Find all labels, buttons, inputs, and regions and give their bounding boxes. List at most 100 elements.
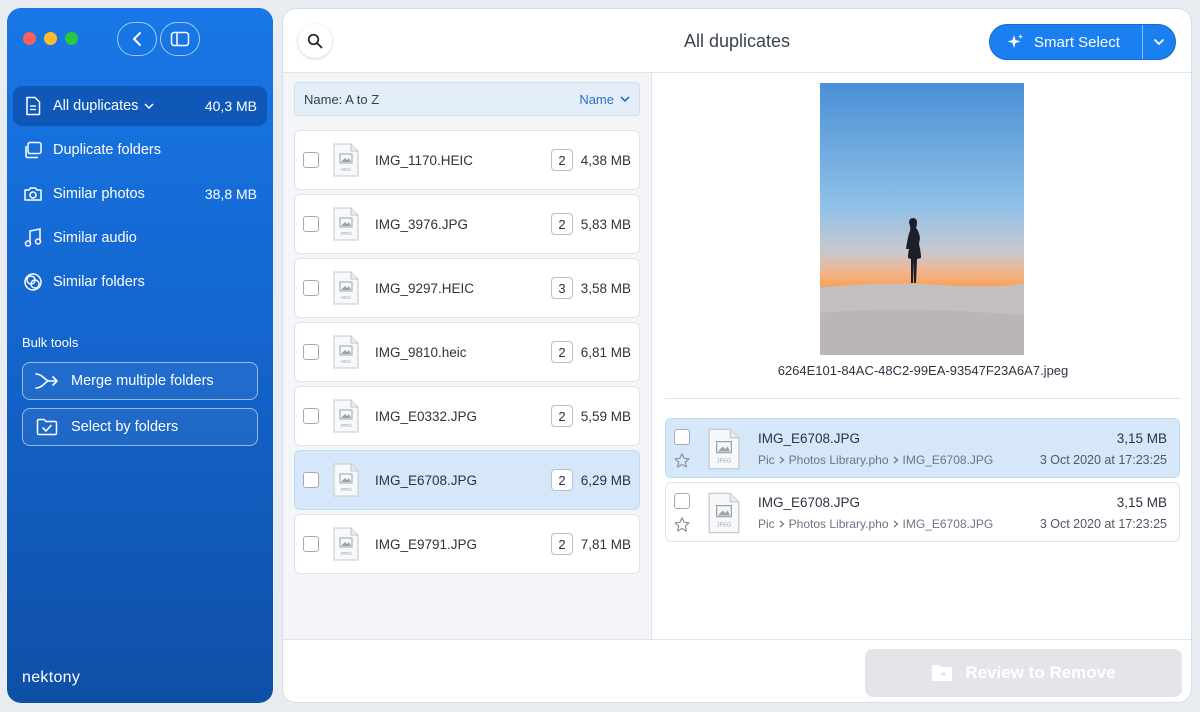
sidebar-item-similar-audio[interactable]: Similar audio <box>13 218 267 258</box>
back-button[interactable] <box>117 22 157 56</box>
duplicate-size: 3,15 MB <box>1116 431 1167 446</box>
file-row[interactable]: JPEG IMG_E9791.JPG 2 7,81 MB <box>294 514 640 574</box>
file-type-text: JPEG <box>340 487 352 492</box>
chevron-down-icon <box>1153 38 1165 46</box>
duplicate-count-badge: 2 <box>551 533 573 555</box>
smart-select-label: Smart Select <box>1034 33 1120 51</box>
main-panel: All duplicates Smart Select Name: A to Z… <box>282 8 1192 703</box>
sidebar: All duplicates 40,3 MB Duplicate folders… <box>7 8 273 703</box>
sidebar-item-duplicate-folders[interactable]: Duplicate folders <box>13 130 267 170</box>
path-segment: Pic <box>758 517 775 531</box>
sort-bar[interactable]: Name: A to Z Name <box>294 82 640 116</box>
file-type-text: JPEG <box>340 231 352 236</box>
file-checkbox[interactable] <box>303 408 319 424</box>
path-segment: Pic <box>758 453 775 467</box>
file-row[interactable]: HEIC IMG_9297.HEIC 3 3,58 MB <box>294 258 640 318</box>
sort-field-dropdown[interactable]: Name <box>579 92 630 107</box>
file-checkbox[interactable] <box>303 280 319 296</box>
zoom-window-button[interactable] <box>65 32 78 45</box>
file-row[interactable]: JPEG IMG_3976.JPG 2 5,83 MB <box>294 194 640 254</box>
file-name: IMG_9297.HEIC <box>375 280 475 296</box>
image-file-icon: JPEG <box>333 399 359 433</box>
file-name: IMG_1170.HEIC <box>375 152 474 168</box>
file-row[interactable]: HEIC IMG_1170.HEIC 2 4,38 MB <box>294 130 640 190</box>
file-checkbox[interactable] <box>303 536 319 552</box>
duplicate-checkbox[interactable] <box>674 429 690 445</box>
file-size: 5,59 MB <box>580 408 631 424</box>
path-chevron-icon <box>893 456 898 464</box>
duplicate-date: 3 Oct 2020 at 17:23:25 <box>1039 517 1167 531</box>
star-icon[interactable] <box>673 516 691 534</box>
document-icon <box>23 96 43 116</box>
file-type-text: HEIC <box>341 167 353 172</box>
file-checkbox[interactable] <box>303 472 319 488</box>
music-note-icon <box>23 228 43 248</box>
duplicate-count-badge: 2 <box>551 213 573 235</box>
duplicate-date: 3 Oct 2020 at 17:23:25 <box>1039 453 1167 467</box>
path-segment: Photos Library.pho <box>788 517 889 531</box>
close-window-button[interactable] <box>23 32 36 45</box>
file-type-text: JPEG <box>340 423 352 428</box>
sidebar-item-similar-photos[interactable]: Similar photos 38,8 MB <box>13 174 267 214</box>
toolbar: All duplicates Smart Select <box>283 9 1191 73</box>
duplicate-path: Pic Photos Library.pho IMG_E6708.JPG <box>758 453 993 467</box>
chevron-left-icon <box>133 32 141 46</box>
bulk-tools-heading: Bulk tools <box>22 335 79 350</box>
select-by-folders-button[interactable]: Select by folders <box>22 408 258 446</box>
sort-order-label: Name: A to Z <box>304 91 380 107</box>
file-size: 6,81 MB <box>580 344 631 360</box>
path-chevron-icon <box>779 520 785 528</box>
preview-pane: 6264E101-84AC-48C2-99EA-93547F23A6A7.jpe… <box>653 73 1191 639</box>
chevron-down-icon <box>620 95 630 102</box>
star-icon[interactable] <box>673 452 691 470</box>
image-file-icon: JPEG <box>708 428 740 470</box>
file-type-text: JPEG <box>717 459 731 465</box>
duplicate-name: IMG_E6708.JPG <box>758 495 861 510</box>
duplicate-count-badge: 3 <box>551 277 573 299</box>
photo-preview <box>820 83 1024 355</box>
file-list-pane: Name: A to Z Name HEIC IMG_1170.HEIC 2 4,38… <box>283 73 652 639</box>
sidebar-item-label: Similar audio <box>53 230 137 246</box>
file-checkbox[interactable] <box>303 344 319 360</box>
file-type-text: JPEG <box>340 551 352 556</box>
minimize-window-button[interactable] <box>44 32 57 45</box>
sidebar-item-all-duplicates[interactable]: All duplicates 40,3 MB <box>13 86 267 126</box>
sidebar-item-label: All duplicates <box>53 98 139 114</box>
file-size: 7,81 MB <box>580 536 631 552</box>
file-size: 5,83 MB <box>580 216 631 232</box>
smart-select-button[interactable]: Smart Select <box>990 25 1142 59</box>
sidebar-item-similar-folders[interactable]: Similar folders <box>13 262 267 302</box>
path-chevron-icon <box>893 520 898 528</box>
sidebar-toggle-button[interactable] <box>160 22 200 56</box>
file-row[interactable]: JPEG IMG_E0332.JPG 2 5,59 MB <box>294 386 640 446</box>
preview-divider <box>665 398 1181 399</box>
file-row[interactable]: JPEG IMG_E6708.JPG 2 6,29 MB <box>294 450 640 510</box>
preview-filename: 6264E101-84AC-48C2-99EA-93547F23A6A7.jpe… <box>777 363 1069 378</box>
sidebar-item-label: Similar photos <box>53 186 145 202</box>
duplicate-count-badge: 2 <box>551 149 573 171</box>
footer-bar: Review to Remove <box>283 639 1191 702</box>
file-checkbox[interactable] <box>303 216 319 232</box>
path-segment: IMG_E6708.JPG <box>902 517 994 531</box>
bulk-tool-label: Merge multiple folders <box>71 373 214 389</box>
file-name: IMG_3976.JPG <box>375 216 469 232</box>
smart-select-dropdown[interactable] <box>1143 25 1175 59</box>
image-file-icon: JPEG <box>333 463 359 497</box>
path-segment: IMG_E6708.JPG <box>902 453 994 467</box>
path-segment: Photos Library.pho <box>788 453 889 467</box>
duplicate-size: 3,15 MB <box>1116 495 1167 510</box>
duplicate-path: Pic Photos Library.pho IMG_E6708.JPG <box>758 517 993 531</box>
file-checkbox[interactable] <box>303 152 319 168</box>
sidebar-item-size: 38,8 MB <box>204 186 257 202</box>
duplicate-row[interactable]: JPEG IMG_E6708.JPG 3,15 MB Pic Photos Librar… <box>665 482 1180 542</box>
image-file-icon: HEIC <box>333 271 359 305</box>
review-to-remove-button[interactable]: Review to Remove <box>865 649 1182 697</box>
image-file-icon: JPEG <box>333 527 359 561</box>
duplicate-count-badge: 2 <box>551 341 573 363</box>
path-chevron-icon <box>779 456 785 464</box>
file-row[interactable]: HEIC IMG_9810.heic 2 6,81 MB <box>294 322 640 382</box>
duplicate-row[interactable]: JPEG IMG_E6708.JPG 3,15 MB Pic Photos Librar… <box>665 418 1180 478</box>
file-size: 4,38 MB <box>580 152 631 168</box>
duplicate-checkbox[interactable] <box>674 493 690 509</box>
merge-multiple-folders-button[interactable]: Merge multiple folders <box>22 362 258 400</box>
